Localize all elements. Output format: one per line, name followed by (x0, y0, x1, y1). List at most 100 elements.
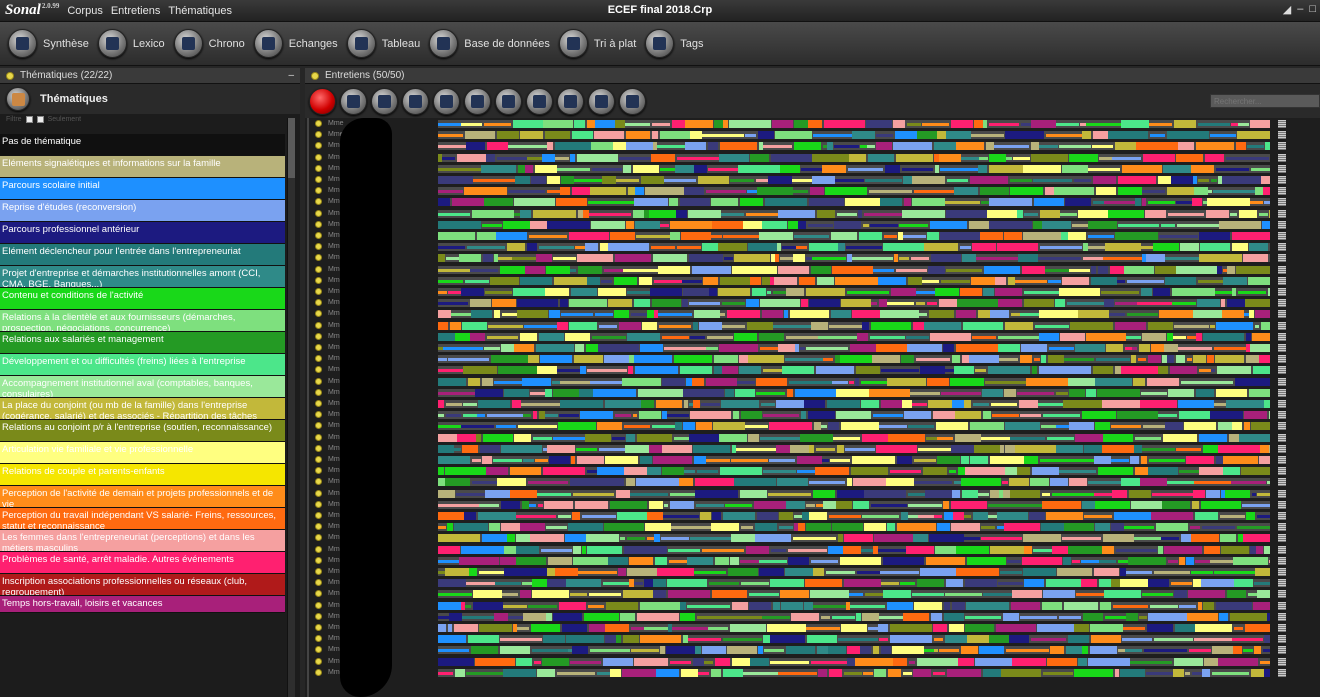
timeline-segment[interactable] (504, 388, 529, 397)
timeline-segment[interactable] (497, 478, 526, 487)
timeline-segment[interactable] (518, 425, 557, 429)
minimize-panel-icon[interactable]: – (288, 70, 294, 81)
timeline-segment[interactable] (657, 568, 694, 576)
timeline-segment[interactable] (694, 456, 706, 464)
timeline-segment[interactable] (1199, 369, 1211, 373)
timeline-segment[interactable] (908, 276, 922, 285)
timeline-segment[interactable] (849, 593, 863, 597)
timeline-segment[interactable] (906, 545, 934, 554)
timeline-segment[interactable] (549, 310, 560, 319)
only-checkbox[interactable] (36, 115, 44, 123)
timeline-segment[interactable] (591, 220, 625, 229)
timeline-segment[interactable] (504, 545, 516, 554)
timeline-segment[interactable] (1232, 422, 1242, 431)
timeline-segment[interactable] (626, 131, 650, 140)
timeline-segment[interactable] (1010, 187, 1043, 196)
interview-row[interactable]: Mme (305, 645, 1320, 656)
timeline-segment[interactable] (914, 601, 942, 610)
timeline-segment[interactable] (1010, 436, 1045, 440)
interview-timeline[interactable] (438, 131, 1270, 140)
timeline-segment[interactable] (937, 523, 950, 532)
theme-item[interactable]: Développement et ou difficultés (freins)… (0, 354, 285, 376)
timeline-segment[interactable] (589, 624, 605, 632)
timeline-segment[interactable] (956, 568, 999, 576)
timeline-segment[interactable] (1004, 388, 1016, 397)
timeline-segment[interactable] (438, 220, 481, 229)
timeline-segment[interactable] (714, 355, 738, 364)
timeline-segment[interactable] (817, 646, 828, 655)
timeline-segment[interactable] (486, 467, 508, 476)
timeline-segment[interactable] (837, 489, 864, 498)
timeline-segment[interactable] (616, 179, 639, 182)
timeline-segment[interactable] (573, 492, 614, 496)
timeline-segment[interactable] (572, 646, 588, 655)
interview-timeline[interactable] (438, 500, 1270, 509)
timeline-segment[interactable] (916, 302, 925, 306)
timeline-segment[interactable] (809, 481, 845, 485)
timeline-segment[interactable] (1121, 478, 1140, 487)
timeline-segment[interactable] (514, 344, 534, 352)
timeline-segment[interactable] (1015, 444, 1056, 453)
timeline-segment[interactable] (1248, 593, 1257, 597)
timeline-segment[interactable] (454, 523, 488, 532)
timeline-segment[interactable] (671, 526, 711, 530)
timeline-segment[interactable] (536, 254, 552, 263)
timeline-segment[interactable] (1252, 492, 1256, 496)
timeline-segment[interactable] (861, 380, 887, 384)
timeline-segment[interactable] (1037, 624, 1074, 632)
timeline-segment[interactable] (1010, 489, 1040, 498)
timeline-segment[interactable] (770, 635, 805, 644)
timeline-segment[interactable] (893, 120, 905, 128)
timeline-segment[interactable] (1125, 347, 1132, 350)
timeline-segment[interactable] (547, 142, 553, 151)
timeline-segment[interactable] (553, 257, 576, 261)
timeline-segment[interactable] (1175, 624, 1195, 632)
interview-row[interactable]: Mme (305, 276, 1320, 287)
timeline-segment[interactable] (502, 313, 517, 317)
timeline-segment[interactable] (800, 347, 805, 350)
timeline-segment[interactable] (690, 537, 731, 541)
timeline-segment[interactable] (829, 668, 842, 677)
timeline-segment[interactable] (975, 369, 986, 373)
timeline-segment[interactable] (1212, 646, 1233, 655)
timeline-segment[interactable] (464, 187, 507, 196)
timeline-segment[interactable] (1243, 534, 1270, 543)
timeline-segment[interactable] (767, 624, 806, 632)
timeline-segment[interactable] (512, 400, 521, 408)
timeline-segment[interactable] (577, 456, 604, 464)
timeline-segment[interactable] (927, 377, 949, 386)
timeline-segment[interactable] (840, 355, 872, 364)
timeline-segment[interactable] (912, 403, 927, 406)
timeline-segment[interactable] (961, 646, 978, 655)
timeline-segment[interactable] (1198, 123, 1230, 126)
timeline-segment[interactable] (598, 288, 626, 296)
timeline-segment[interactable] (483, 254, 493, 263)
timeline-segment[interactable] (758, 646, 763, 655)
interview-row[interactable]: Mme (305, 634, 1320, 645)
timeline-segment[interactable] (1249, 243, 1268, 252)
timeline-segment[interactable] (1129, 489, 1151, 498)
timeline-segment[interactable] (813, 568, 824, 576)
timeline-segment[interactable] (1060, 212, 1077, 216)
timeline-segment[interactable] (943, 500, 949, 509)
row-handle-icon[interactable] (1278, 366, 1286, 375)
timeline-segment[interactable] (727, 310, 760, 319)
timeline-segment[interactable] (821, 425, 827, 429)
theme-item[interactable]: Perception du travail indépendant VS sal… (0, 508, 285, 530)
timeline-segment[interactable] (813, 134, 852, 138)
timeline-segment[interactable] (1248, 276, 1270, 285)
timeline-segment[interactable] (1088, 246, 1105, 250)
timeline-segment[interactable] (743, 220, 762, 229)
timeline-segment[interactable] (1009, 478, 1029, 487)
timeline-segment[interactable] (582, 515, 616, 518)
timeline-segment[interactable] (835, 179, 864, 182)
timeline-segment[interactable] (623, 268, 658, 272)
timeline-segment[interactable] (438, 512, 464, 520)
timeline-segment[interactable] (967, 635, 989, 644)
timeline-segment[interactable] (628, 366, 633, 375)
timeline-segment[interactable] (910, 391, 940, 395)
timeline-segment[interactable] (1202, 526, 1235, 530)
timeline-segment[interactable] (747, 321, 773, 330)
timeline-segment[interactable] (587, 120, 595, 128)
timeline-segment[interactable] (869, 388, 910, 397)
